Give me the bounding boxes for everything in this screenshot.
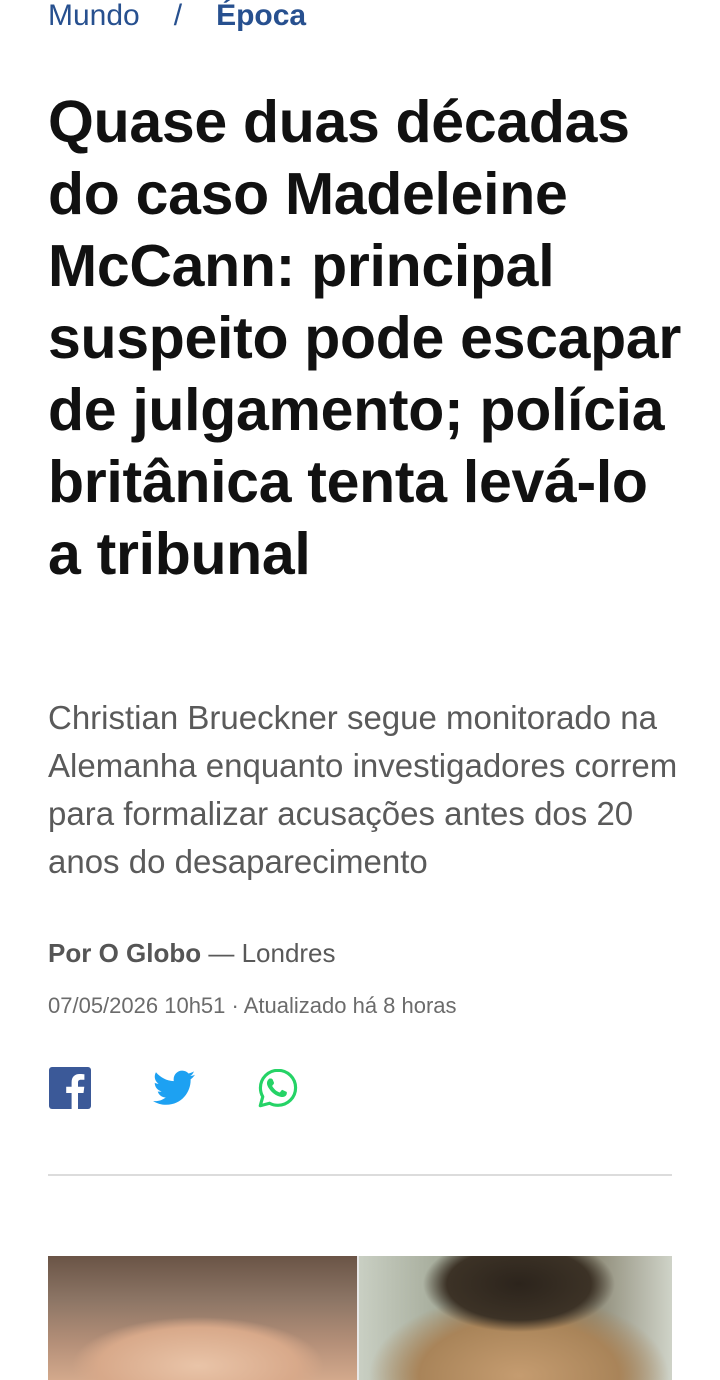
share-bar — [48, 1066, 360, 1110]
breadcrumb: Mundo / Época — [48, 0, 306, 36]
photo-madeleine — [359, 1256, 672, 1380]
facebook-share-button[interactable] — [48, 1066, 92, 1110]
whatsapp-share-button[interactable] — [256, 1066, 300, 1110]
whatsapp-icon — [258, 1068, 298, 1108]
article-headline: Quase duas décadas do caso Madeleine McC… — [48, 89, 682, 587]
facebook-icon — [49, 1067, 91, 1109]
article-photo — [48, 1256, 672, 1380]
twitter-share-button[interactable] — [152, 1066, 196, 1110]
publish-date: 07/05/2026 10h51 · Atualizado há 8 horas — [48, 993, 457, 1018]
byline: Por O Globo — Londres — [48, 934, 336, 972]
author-name: Por O Globo — [48, 938, 202, 968]
breadcrumb-mundo-link[interactable]: Mundo — [48, 0, 140, 36]
byline-separator: — — [201, 938, 242, 968]
byline-location: Londres — [241, 938, 336, 968]
breadcrumb-separator: / — [173, 0, 183, 32]
article-subtitle: Christian Brueckner segue monitorado na … — [48, 699, 678, 880]
divider — [48, 1174, 672, 1176]
breadcrumb-epoca-link[interactable]: Época — [216, 0, 306, 36]
photo-suspect — [48, 1256, 357, 1380]
twitter-icon — [153, 1070, 195, 1105]
